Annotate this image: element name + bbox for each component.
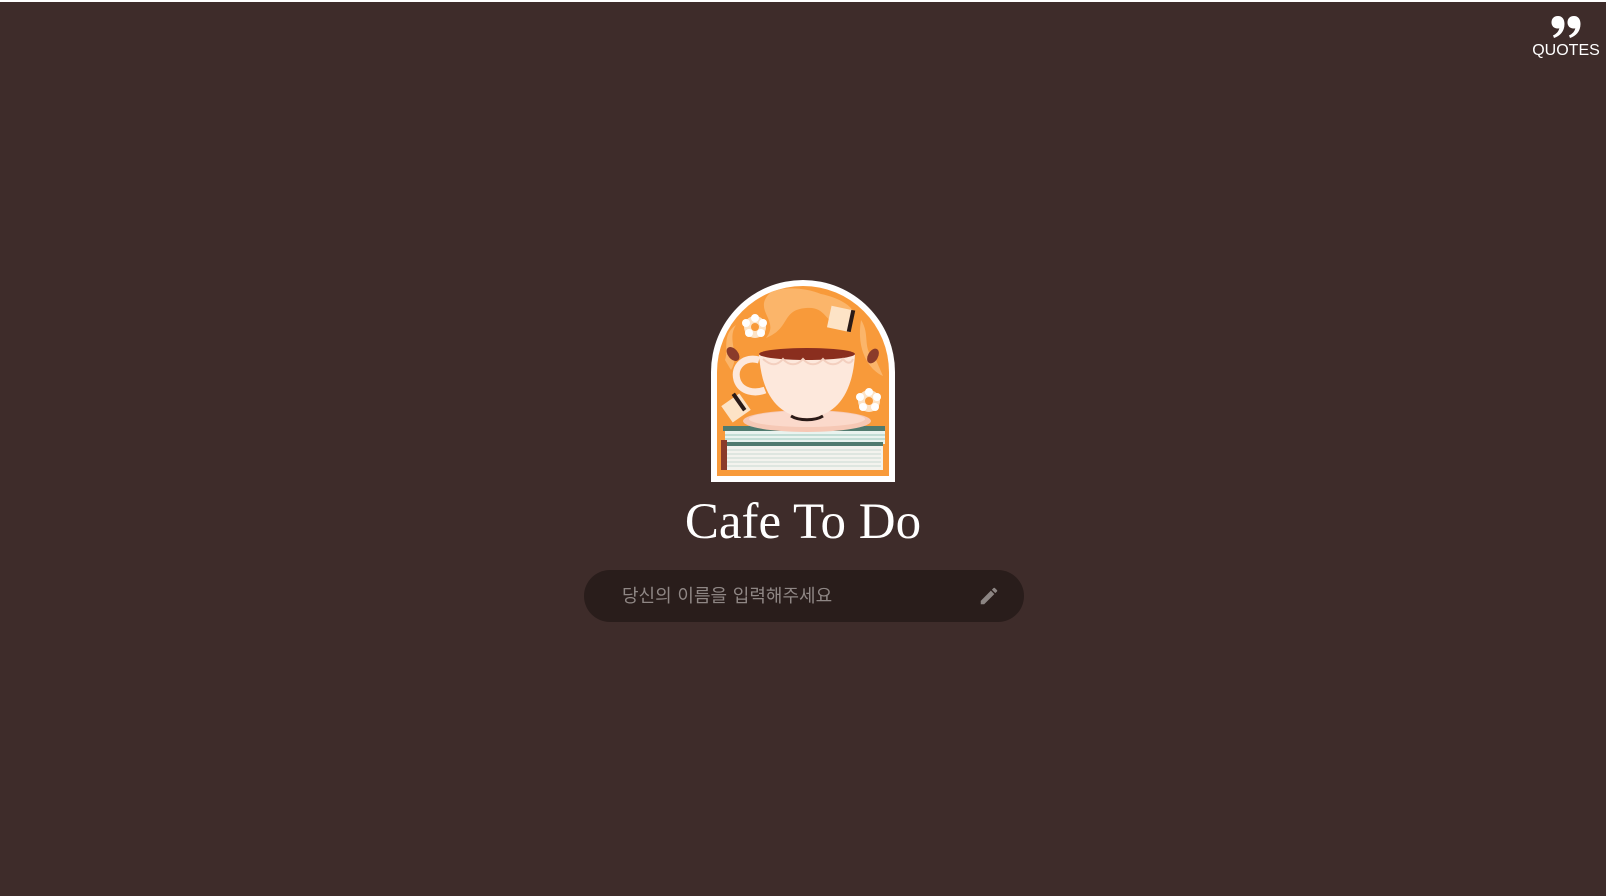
name-input-field xyxy=(584,570,1024,622)
edit-name-button[interactable] xyxy=(978,585,1000,607)
name-input[interactable] xyxy=(584,570,978,622)
app-screen: QUOTES Cafe To Do 당신의 이름을 입력해주세요 xyxy=(0,2,1606,896)
quote-icon xyxy=(1551,16,1581,38)
quotes-button[interactable]: QUOTES xyxy=(1532,16,1600,66)
cafe-logo xyxy=(711,280,895,482)
app-title: Cafe To Do xyxy=(684,494,922,550)
coffee-cup-on-books-icon xyxy=(711,280,895,482)
pencil-icon xyxy=(980,587,998,605)
quotes-label: QUOTES xyxy=(1532,42,1600,59)
